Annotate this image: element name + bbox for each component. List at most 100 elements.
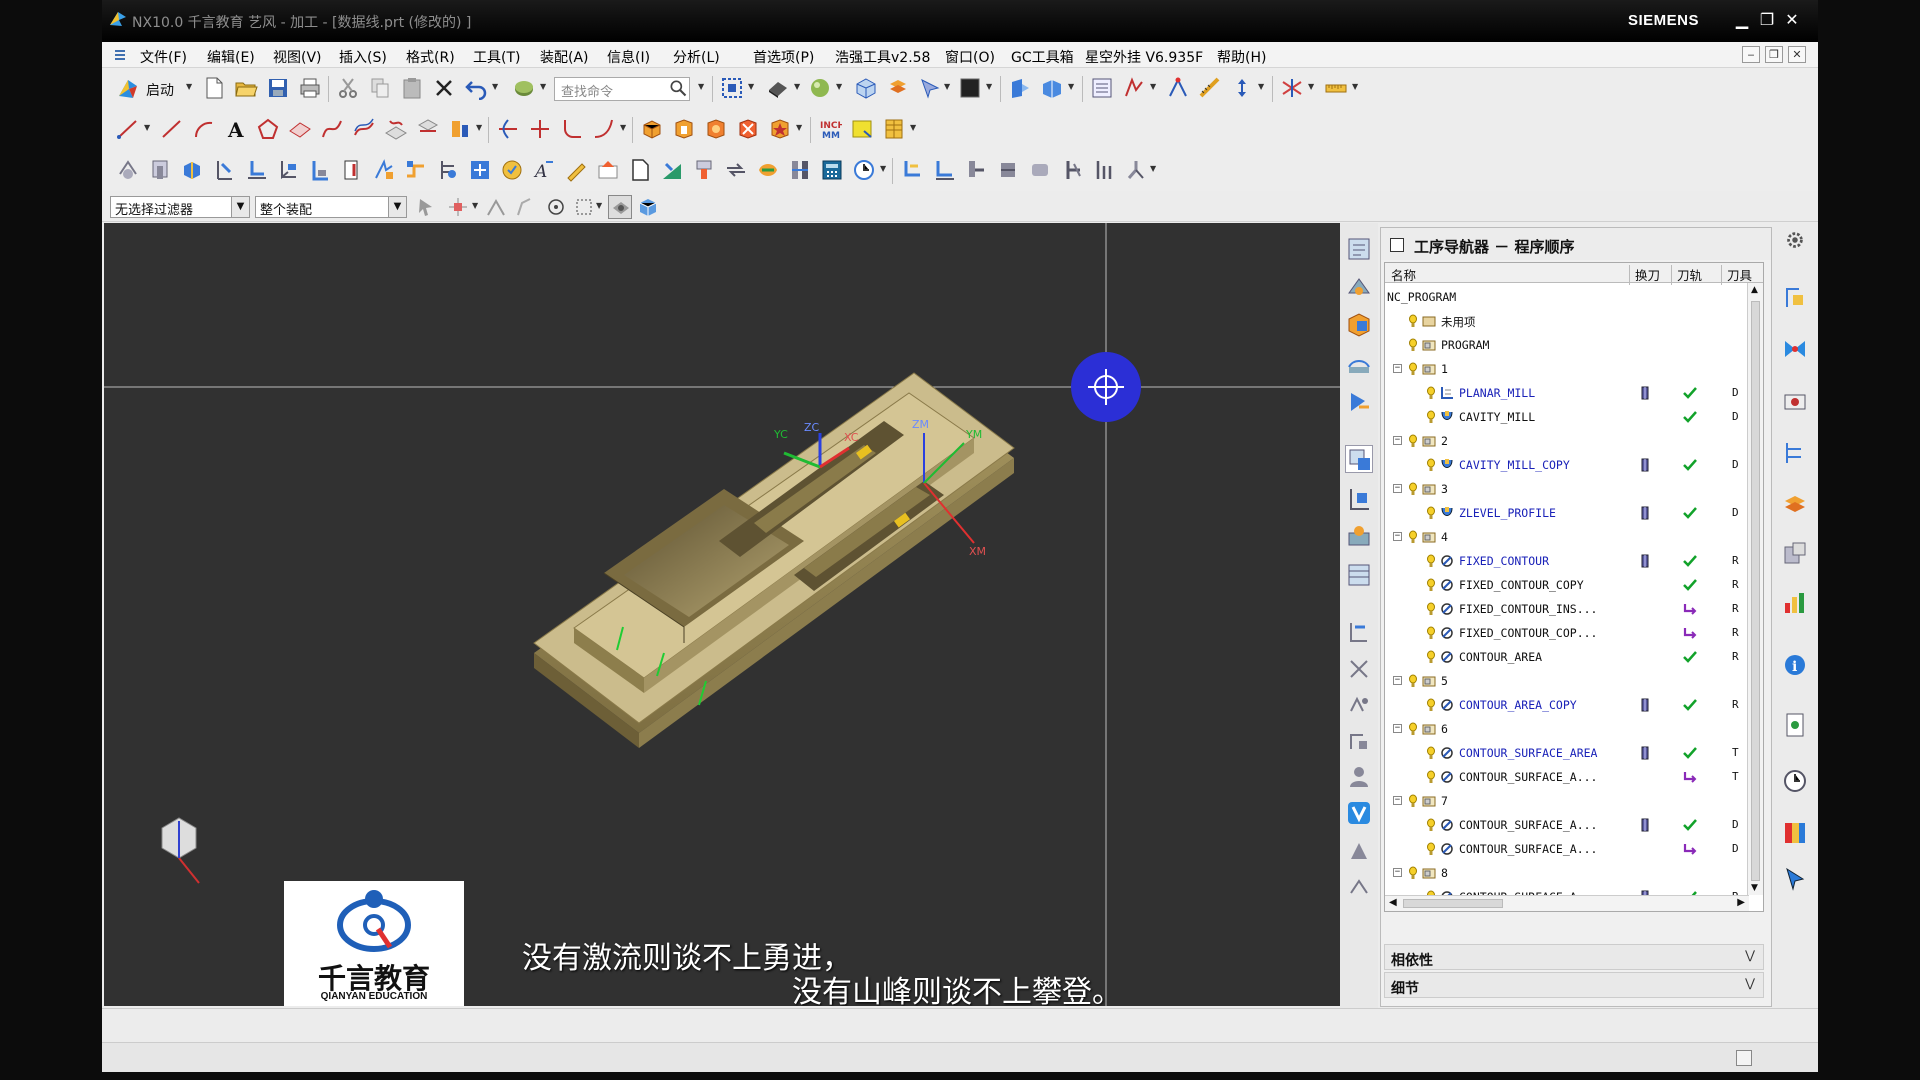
semi-finish-icon[interactable] bbox=[964, 158, 988, 182]
create-program-icon[interactable] bbox=[116, 158, 140, 182]
undo-icon[interactable] bbox=[464, 76, 488, 100]
output-cls-icon[interactable] bbox=[596, 158, 620, 182]
collapse-toggle[interactable]: − bbox=[1393, 676, 1402, 685]
extract-curve-icon[interactable] bbox=[448, 117, 472, 141]
text-icon[interactable]: A bbox=[224, 117, 248, 141]
chart-tool-icon[interactable] bbox=[1781, 589, 1809, 617]
menu-assembly[interactable]: 装配(A) bbox=[540, 47, 589, 67]
curve-more-dropdown-icon[interactable]: ▼ bbox=[476, 123, 484, 132]
rectangle-dropdown-icon[interactable]: ▼ bbox=[596, 201, 604, 210]
edit-curve-dropdown-icon[interactable]: ▼ bbox=[620, 123, 628, 132]
menu-information[interactable]: 信息(I) bbox=[607, 47, 650, 67]
menu-window[interactable]: 窗口(O) bbox=[945, 47, 995, 67]
collapse-toggle[interactable]: − bbox=[1393, 484, 1402, 493]
select-faces-icon[interactable] bbox=[512, 195, 536, 219]
layer-icon[interactable] bbox=[886, 76, 910, 100]
table-icon[interactable] bbox=[882, 117, 906, 141]
geometry-view-icon[interactable] bbox=[340, 158, 364, 182]
machine-tool-view-icon[interactable] bbox=[308, 158, 332, 182]
cone-icon[interactable] bbox=[704, 117, 728, 141]
chevron-down-icon[interactable]: ⋁ bbox=[1741, 976, 1759, 994]
clock-tool-icon[interactable] bbox=[1781, 767, 1809, 795]
object-display-icon[interactable] bbox=[788, 158, 812, 182]
tree-tool-icon[interactable] bbox=[1781, 439, 1809, 467]
info-tool-icon[interactable]: i bbox=[1781, 651, 1809, 679]
operation-tree-grid[interactable]: 名称 换刀 刀轨 刀具 NC_PROGRAM 未用项 PROGRAM −1 PLANAR… bbox=[1384, 262, 1764, 912]
show-hide-icon[interactable] bbox=[608, 195, 632, 219]
web-browser-icon[interactable] bbox=[1345, 561, 1373, 589]
unit-convert-icon[interactable]: INCH MM bbox=[818, 117, 842, 141]
transform-icon[interactable] bbox=[756, 158, 780, 182]
flat-finish-icon[interactable] bbox=[1028, 158, 1052, 182]
select-dropdown-icon[interactable]: ▼ bbox=[944, 82, 952, 91]
manufacturing-wizards-icon[interactable] bbox=[1345, 727, 1373, 755]
background-color-icon[interactable] bbox=[958, 76, 982, 100]
rectangle-select-icon[interactable] bbox=[572, 195, 596, 219]
part-navigator-tab-icon[interactable] bbox=[1345, 311, 1373, 339]
collapse-toggle[interactable]: − bbox=[1393, 364, 1402, 373]
trim-curve-icon[interactable] bbox=[496, 117, 520, 141]
ruler-dropdown-icon[interactable]: ▼ bbox=[1352, 82, 1360, 91]
menu-view[interactable]: 视图(V) bbox=[273, 47, 322, 67]
fit-dropdown-icon[interactable]: ▼ bbox=[748, 82, 756, 91]
chevron-down-icon[interactable]: ⋁ bbox=[1741, 948, 1759, 966]
program-order-view-icon[interactable] bbox=[276, 158, 300, 182]
tree-row[interactable]: FIXED_CONTOUR_COPY R bbox=[1385, 573, 1747, 597]
polygon-icon[interactable] bbox=[256, 117, 280, 141]
constraint-navigator-icon[interactable] bbox=[1345, 273, 1373, 301]
maximize-button[interactable]: ❐ bbox=[1755, 9, 1779, 31]
grid-icon[interactable] bbox=[1280, 76, 1304, 100]
snap-icon[interactable] bbox=[1166, 76, 1190, 100]
roughing-icon[interactable] bbox=[932, 158, 956, 182]
tree-row[interactable]: −1 bbox=[1385, 357, 1747, 381]
tree-row[interactable]: FIXED_CONTOUR_INS... R bbox=[1385, 597, 1747, 621]
gear-icon[interactable] bbox=[1784, 229, 1806, 251]
camera-icon[interactable] bbox=[1781, 387, 1809, 415]
curve-length-icon[interactable] bbox=[592, 117, 616, 141]
pin-checkbox[interactable] bbox=[1390, 238, 1404, 252]
section-dropdown-icon[interactable]: ▼ bbox=[1068, 82, 1076, 91]
process-studio-icon[interactable] bbox=[1345, 691, 1373, 719]
snap-dropdown-icon[interactable]: ▼ bbox=[472, 201, 480, 210]
roles-icon[interactable] bbox=[1345, 763, 1373, 791]
document-tool-icon[interactable] bbox=[1781, 711, 1809, 739]
doc-close-button[interactable]: ✕ bbox=[1788, 46, 1806, 63]
palette-tool-icon[interactable] bbox=[1781, 819, 1809, 847]
operation-wizard-icon[interactable] bbox=[900, 158, 924, 182]
delete-icon[interactable] bbox=[432, 76, 456, 100]
start-dropdown-icon[interactable]: ▼ bbox=[186, 82, 194, 91]
menu-analysis[interactable]: 分析(L) bbox=[673, 47, 720, 67]
bottom-tab-icon[interactable] bbox=[1345, 873, 1373, 901]
simulate-icon[interactable] bbox=[500, 158, 524, 182]
status-panel-icon[interactable] bbox=[1736, 1050, 1752, 1066]
machining-method-view-icon[interactable] bbox=[372, 158, 396, 182]
drill-icon[interactable] bbox=[1060, 158, 1084, 182]
new-icon[interactable] bbox=[202, 76, 226, 100]
orient-view-icon[interactable] bbox=[1008, 76, 1032, 100]
probe-icon[interactable] bbox=[1124, 158, 1148, 182]
vb-macro-icon[interactable] bbox=[1345, 799, 1373, 827]
snap-point-icon[interactable] bbox=[446, 195, 470, 219]
collapse-toggle[interactable]: − bbox=[1393, 724, 1402, 733]
fillet-curve-icon[interactable] bbox=[560, 117, 584, 141]
project-curve-icon[interactable] bbox=[384, 117, 408, 141]
minimize-button[interactable]: ▁ bbox=[1730, 9, 1754, 31]
collapse-toggle[interactable]: − bbox=[1393, 796, 1402, 805]
feature-operation-icon[interactable] bbox=[768, 117, 792, 141]
feed-rate-icon[interactable] bbox=[660, 158, 684, 182]
boolean-icon[interactable] bbox=[736, 117, 760, 141]
feature-dropdown-icon[interactable]: ▼ bbox=[796, 123, 804, 132]
paste-icon[interactable] bbox=[400, 76, 424, 100]
search-icon[interactable] bbox=[668, 78, 688, 98]
select-arrow-icon[interactable] bbox=[918, 76, 942, 100]
tree-row[interactable]: −3 bbox=[1385, 477, 1747, 501]
tree-row[interactable]: CONTOUR_SURFACE_A... T bbox=[1385, 765, 1747, 789]
table-dropdown-icon[interactable]: ▼ bbox=[910, 123, 918, 132]
render-style-icon[interactable] bbox=[766, 76, 790, 100]
tree-row[interactable]: CONTOUR_AREA_COPY R bbox=[1385, 693, 1747, 717]
open-icon[interactable] bbox=[234, 76, 258, 100]
measure-icon[interactable] bbox=[1198, 76, 1222, 100]
system-materials-icon[interactable] bbox=[1345, 655, 1373, 683]
shop-documentation-icon[interactable] bbox=[564, 158, 588, 182]
search-dropdown-icon[interactable]: ▼ bbox=[698, 82, 706, 91]
